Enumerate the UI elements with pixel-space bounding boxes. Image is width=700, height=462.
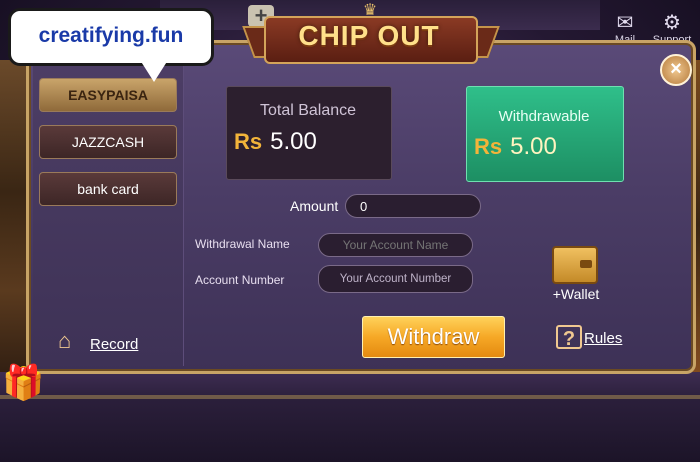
amount-label: Amount	[290, 198, 339, 214]
bottom-bar	[0, 372, 700, 462]
gear-icon: ⚙	[663, 12, 681, 34]
currency-label: Rs	[234, 129, 263, 154]
account-number-label: Account Number	[195, 273, 285, 287]
withdrawal-name-input[interactable]	[318, 233, 473, 257]
divider	[0, 395, 700, 399]
total-balance-value: Rs 5.00	[234, 128, 384, 156]
crown-icon: ♛	[362, 2, 378, 19]
withdrawable-amount: 5.00	[510, 133, 557, 160]
wallet-icon[interactable]	[552, 246, 598, 284]
account-number-input[interactable]: Your Account Number	[318, 265, 473, 293]
withdrawable-label: Withdrawable	[498, 108, 590, 125]
withdraw-button-label: Withdraw	[387, 324, 480, 349]
add-wallet-label[interactable]: +Wallet	[546, 286, 606, 302]
watermark-text: creatifying.fun	[38, 24, 184, 47]
amount-input[interactable]: 0	[345, 194, 481, 218]
account-number-placeholder: Your Account Number	[339, 273, 452, 285]
record-link[interactable]: Record	[90, 336, 138, 353]
total-balance-amount: 5.00	[270, 128, 317, 155]
sidebar-item-easypaisa[interactable]: EASYPAISA	[39, 78, 177, 112]
sidebar-item-bank-card[interactable]: bank card	[39, 172, 177, 206]
sidebar-item-label: bank card	[77, 181, 139, 197]
rules-link[interactable]: Rules	[584, 330, 622, 347]
gift-icon[interactable]: 🎁	[2, 362, 44, 404]
sidebar-item-jazzcash[interactable]: JAZZCASH	[39, 125, 177, 159]
currency-label: Rs	[474, 134, 503, 159]
withdraw-button[interactable]: Withdraw	[362, 316, 505, 358]
sidebar-item-label: JAZZCASH	[71, 134, 145, 150]
question-icon[interactable]: ?	[556, 325, 582, 350]
sidebar-item-label: EASYPAISA	[68, 87, 148, 103]
watermark-tail	[140, 60, 168, 82]
amount-value: 0	[360, 198, 368, 214]
withdrawal-name-label: Withdrawal Name	[195, 237, 290, 251]
house-icon[interactable]: ⌂	[58, 328, 88, 354]
mail-icon: ✉	[616, 12, 634, 34]
total-balance-label: Total Balance	[259, 102, 357, 119]
close-icon[interactable]: ×	[660, 54, 692, 86]
page-title: CHIP OUT	[298, 20, 440, 51]
withdrawable-value: Rs 5.00	[474, 133, 619, 161]
